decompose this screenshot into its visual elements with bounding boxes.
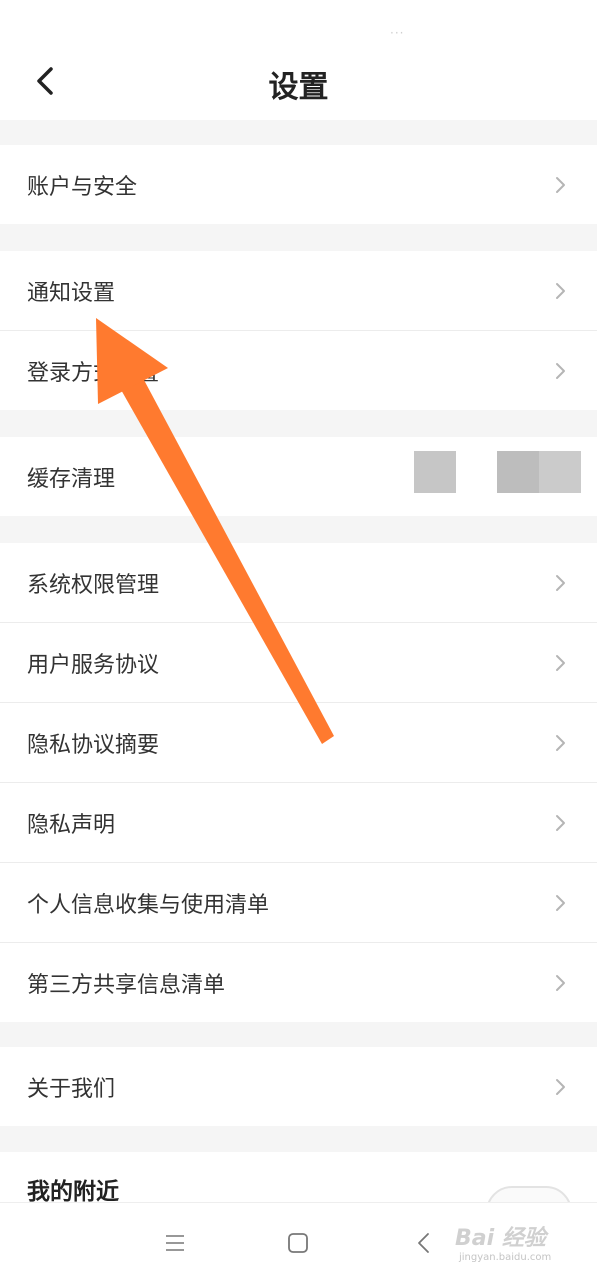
chevron-right-icon <box>556 574 565 591</box>
status-dots: ··· <box>390 26 405 40</box>
row-label: 隐私声明 <box>27 812 116 838</box>
chevron-left-icon <box>37 67 53 95</box>
row-label: 用户服务协议 <box>27 652 160 678</box>
row-user-service-agreement[interactable]: 用户服务协议 <box>0 623 597 703</box>
row-privacy-statement[interactable]: 隐私声明 <box>0 783 597 863</box>
triangle-back-icon <box>418 1233 429 1253</box>
row-label: 账户与安全 <box>27 174 138 200</box>
row-login-method[interactable]: 登录方式设置 <box>0 331 597 410</box>
row-personal-info-list[interactable]: 个人信息收集与使用清单 <box>0 863 597 943</box>
cache-size-redacted <box>497 451 539 493</box>
row-third-party-sharing[interactable]: 第三方共享信息清单 <box>0 943 597 1022</box>
settings-group-account: 账户与安全 <box>0 145 597 224</box>
settings-group-legal: 系统权限管理 用户服务协议 隐私协议摘要 隐私声明 个人信息收集与使用清单 第三… <box>0 543 597 1022</box>
nearby-label: 我的附近 <box>27 1179 119 1202</box>
chevron-right-icon <box>556 974 565 991</box>
chevron-right-icon <box>556 814 565 831</box>
nav-back-button[interactable] <box>404 1223 444 1263</box>
chevron-right-icon <box>556 894 565 911</box>
row-label: 第三方共享信息清单 <box>27 972 226 998</box>
settings-group-cache: 缓存清理 <box>0 437 597 516</box>
chevron-right-icon <box>556 282 565 299</box>
row-label: 个人信息收集与使用清单 <box>27 892 270 918</box>
row-label: 通知设置 <box>27 280 116 306</box>
row-privacy-summary[interactable]: 隐私协议摘要 <box>0 703 597 783</box>
chevron-right-icon <box>556 1078 565 1095</box>
nav-home-button[interactable] <box>278 1223 318 1263</box>
row-notification-settings[interactable]: 通知设置 <box>0 251 597 331</box>
nearby-toggle[interactable] <box>486 1186 572 1202</box>
row-label: 系统权限管理 <box>27 572 160 598</box>
chevron-right-icon <box>556 362 565 379</box>
page-title: 设置 <box>268 70 329 105</box>
row-cache-clear[interactable]: 缓存清理 <box>0 437 597 516</box>
square-home-icon <box>288 1233 308 1253</box>
row-about-us[interactable]: 关于我们 <box>0 1047 597 1126</box>
chevron-right-icon <box>556 176 565 193</box>
back-button[interactable] <box>22 58 68 104</box>
cache-size-redacted <box>414 451 456 493</box>
row-label: 登录方式设置 <box>27 360 160 386</box>
row-label: 隐私协议摘要 <box>27 732 160 758</box>
row-label: 缓存清理 <box>27 466 116 492</box>
settings-group-about: 关于我们 <box>0 1047 597 1126</box>
menu-icon <box>166 1235 184 1251</box>
cache-size-redacted <box>539 451 581 493</box>
row-label: 关于我们 <box>27 1076 116 1102</box>
row-system-permissions[interactable]: 系统权限管理 <box>0 543 597 623</box>
chevron-right-icon <box>556 734 565 751</box>
row-my-nearby: 我的附近 <box>0 1152 597 1202</box>
top-bar: ··· 设置 <box>0 0 597 120</box>
system-nav-bar <box>0 1202 597 1281</box>
settings-group-notify-login: 通知设置 登录方式设置 <box>0 251 597 410</box>
nav-menu-button[interactable] <box>155 1223 195 1263</box>
chevron-right-icon <box>556 654 565 671</box>
row-account-security[interactable]: 账户与安全 <box>0 145 597 224</box>
